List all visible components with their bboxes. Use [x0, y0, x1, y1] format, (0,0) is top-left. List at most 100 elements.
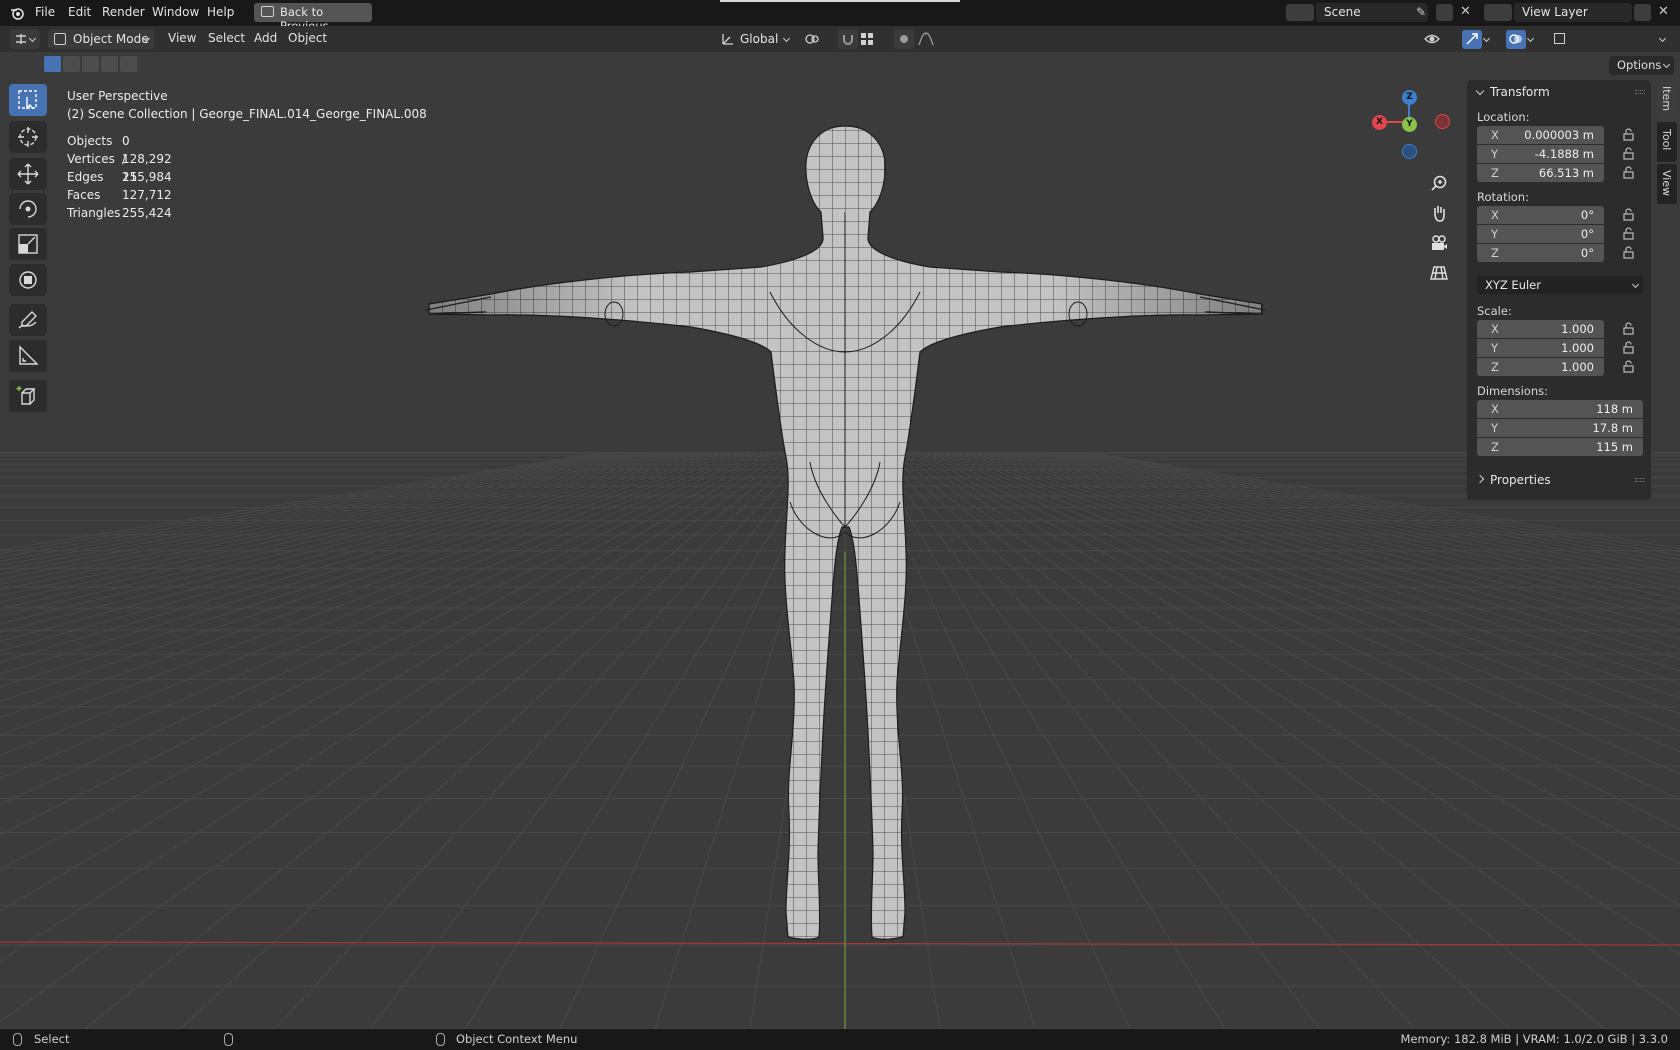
menu-file[interactable]: File	[35, 5, 55, 19]
tool-select-box[interactable]	[9, 84, 47, 116]
dimensions-x-field[interactable]: X 118 m	[1477, 400, 1643, 418]
overlays-dropdown-icon[interactable]	[1526, 34, 1535, 43]
select-new-icon[interactable]	[44, 56, 61, 72]
menu-object[interactable]: Object	[288, 31, 327, 45]
add-cube-icon	[16, 386, 36, 405]
dimensions-y-field[interactable]: Y 17.8 m	[1477, 419, 1643, 437]
delete-scene-icon[interactable]: ✕	[1460, 5, 1471, 18]
transform-title: Transform	[1490, 85, 1550, 99]
rotation-x-field[interactable]: X 0°	[1477, 206, 1604, 224]
gizmo-z-axis[interactable]: Z	[1402, 90, 1417, 105]
tool-cursor[interactable]	[9, 121, 47, 153]
select-subtract-icon[interactable]	[82, 56, 99, 72]
rotation-z-field[interactable]: Z 0°	[1477, 244, 1604, 262]
lock-rotation-z-icon[interactable]	[1622, 246, 1635, 259]
menu-edit[interactable]: Edit	[68, 5, 91, 19]
tool-rotate[interactable]	[9, 193, 47, 225]
menu-window[interactable]: Window	[152, 5, 199, 19]
camera-view-button[interactable]	[1426, 230, 1452, 256]
select-intersect-icon[interactable]	[120, 56, 137, 72]
menu-view[interactable]: View	[168, 31, 196, 45]
properties-section-header[interactable]: Properties	[1467, 468, 1651, 492]
tab-view[interactable]: View	[1657, 164, 1677, 204]
gizmo-neg-x-axis[interactable]	[1435, 114, 1450, 129]
scale-icon	[18, 234, 38, 254]
snap-toggle[interactable]	[838, 30, 858, 49]
menu-add[interactable]: Add	[254, 31, 277, 45]
workspace-tabs-strip[interactable]	[720, 0, 960, 2]
lock-scale-y-icon[interactable]	[1622, 341, 1635, 354]
lock-rotation-x-icon[interactable]	[1622, 208, 1635, 221]
blender-logo-icon[interactable]	[10, 6, 25, 23]
perspective-toggle-button[interactable]	[1426, 260, 1452, 286]
menu-render[interactable]: Render	[102, 5, 145, 19]
pivot-point-selector[interactable]	[802, 30, 832, 49]
menu-select[interactable]: Select	[208, 31, 245, 45]
tab-tool[interactable]: Tool	[1657, 122, 1677, 162]
orientation-icon	[722, 34, 733, 45]
scene-browse-icon[interactable]	[1286, 4, 1314, 21]
delete-view-layer-icon[interactable]: ✕	[1658, 5, 1669, 18]
gizmo-y-axis[interactable]: Y	[1402, 117, 1417, 132]
tab-item[interactable]: Item	[1657, 80, 1677, 120]
transform-section-header[interactable]: Transform	[1467, 80, 1651, 104]
gizmo-dropdown-icon[interactable]	[1482, 34, 1491, 43]
xray-toggle[interactable]	[1550, 30, 1570, 49]
chevron-down-icon	[1475, 86, 1485, 96]
tool-annotate[interactable]	[9, 304, 47, 336]
scene-name-field[interactable]: Scene	[1316, 3, 1428, 22]
scale-z-field[interactable]: Z 1.000	[1477, 358, 1604, 376]
options-dropdown[interactable]: Options	[1609, 56, 1674, 75]
transform-orientation-selector[interactable]: Global	[716, 30, 794, 49]
lock-location-z-icon[interactable]	[1622, 166, 1635, 179]
view-layer-browse-icon[interactable]	[1484, 4, 1512, 21]
location-label: Location:	[1477, 110, 1530, 124]
gizmo-neg-z-axis[interactable]	[1402, 144, 1417, 159]
lock-rotation-y-icon[interactable]	[1622, 227, 1635, 240]
lock-scale-z-icon[interactable]	[1622, 360, 1635, 373]
rotation-mode-selector[interactable]: XYZ Euler	[1477, 276, 1643, 294]
falloff-selector[interactable]	[916, 30, 944, 49]
overlays-toggle[interactable]	[1506, 30, 1526, 49]
tool-scale[interactable]	[9, 228, 47, 260]
pin-icon[interactable]: ✎	[1416, 6, 1426, 18]
snap-target-selector[interactable]	[858, 30, 888, 49]
zoom-button[interactable]	[1426, 170, 1452, 196]
gizmo-x-axis[interactable]: X	[1372, 115, 1387, 130]
chevron-down-icon	[28, 34, 37, 43]
menu-help[interactable]: Help	[207, 5, 234, 19]
shading-dropdown-icon[interactable]	[1658, 34, 1667, 43]
tool-move[interactable]	[9, 158, 47, 190]
lock-location-x-icon[interactable]	[1622, 128, 1635, 141]
view-layer-name-field[interactable]: View Layer	[1514, 3, 1632, 22]
drag-handle-icon[interactable]	[1635, 478, 1645, 482]
new-view-layer-icon[interactable]	[1634, 4, 1651, 21]
rotation-y-field[interactable]: Y 0°	[1477, 225, 1604, 243]
editor-type-button[interactable]	[10, 30, 40, 49]
drag-handle-icon[interactable]	[1635, 90, 1645, 94]
lock-location-y-icon[interactable]	[1622, 147, 1635, 160]
proportional-editing-toggle[interactable]	[894, 30, 914, 49]
scale-y-field[interactable]: Y 1.000	[1477, 339, 1604, 357]
select-extend-icon[interactable]	[63, 56, 80, 72]
new-scene-icon[interactable]	[1436, 4, 1453, 21]
chevron-down-icon	[782, 34, 791, 43]
location-z-field[interactable]: Z 66.513 m	[1477, 164, 1604, 182]
dimensions-z-field[interactable]: Z 115 m	[1477, 438, 1643, 456]
lock-scale-x-icon[interactable]	[1622, 322, 1635, 335]
3d-viewport[interactable]: User Perspective (2) Scene Collection | …	[0, 52, 1680, 1029]
gizmo-toggle[interactable]	[1462, 30, 1482, 49]
status-context-menu-hint: Object Context Menu	[456, 1032, 578, 1046]
scale-x-field[interactable]: X 1.000	[1477, 320, 1604, 338]
select-invert-icon[interactable]	[101, 56, 118, 72]
pan-button[interactable]	[1426, 200, 1452, 226]
location-y-field[interactable]: Y -4.1888 m	[1477, 145, 1604, 163]
mode-selector[interactable]: Object Mode	[48, 30, 154, 49]
tool-transform[interactable]	[9, 264, 47, 296]
location-x-field[interactable]: X 0.000003 m	[1477, 126, 1604, 144]
tool-add-cube[interactable]	[9, 380, 47, 412]
active-collection-label: (2) Scene Collection | George_FINAL.014_…	[67, 107, 427, 121]
tool-measure[interactable]	[9, 340, 47, 372]
visibility-selector[interactable]	[1422, 30, 1454, 49]
back-to-previous-button[interactable]: Back to Previous	[254, 3, 372, 33]
